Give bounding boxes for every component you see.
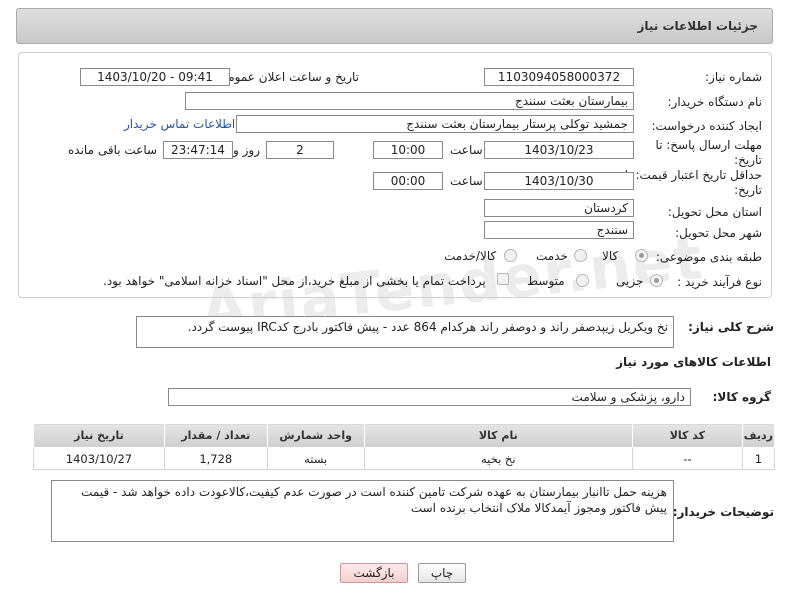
category-radio-goods[interactable]: [635, 249, 648, 262]
buyer-notes-label: توضیحات خریدار:: [672, 505, 774, 519]
process-label: نوع فرآیند خرید :: [677, 275, 762, 289]
creator-field: جمشید توکلی پرستار بیمارستان بعثت سنندج: [236, 115, 634, 133]
page-title: جزئیات اطلاعات نیاز: [637, 19, 758, 33]
validity-date-field: 1403/10/30: [484, 172, 634, 190]
col-unit-header: واحد شمارش: [266, 423, 365, 448]
process-option-minor: جزیی: [616, 274, 644, 288]
process-radio-medium[interactable]: [576, 274, 589, 287]
treasury-payment-note: پرداخت تمام یا بخشی از مبلغ خرید،از محل …: [103, 274, 486, 288]
announce-label: تاریخ و ساعت اعلان عمومی:: [214, 70, 359, 84]
table-header-row: ردیف کد کالا نام کالا واحد شمارش تعداد /…: [33, 423, 776, 448]
need-number-label: شماره نیاز:: [705, 70, 762, 84]
description-field: نخ ویکریل زیپدصفر راند و دوصفر راند هرکد…: [136, 316, 674, 348]
goods-section-title: اطلاعات کالاهای مورد نیاز: [616, 355, 771, 369]
days-count-field: 2: [266, 141, 334, 159]
deadline-label: مهلت ارسال پاسخ: تا تاریخ:: [655, 138, 762, 167]
process-option-medium: متوسط: [527, 274, 565, 288]
col-row-header: ردیف: [741, 423, 776, 448]
col-name-header: نام کالا: [363, 423, 634, 448]
col-code-header: کد کالا: [632, 423, 743, 448]
goods-group-label: گروه کالا:: [712, 390, 771, 404]
buyer-org-label: نام دستگاه خریدار:: [667, 95, 763, 109]
back-button[interactable]: بازگشت: [340, 563, 408, 583]
table-row: 1 -- نخ بخیه بسته 1,728 1403/10/27: [33, 447, 776, 470]
need-number-field: 1103094058000372: [484, 68, 634, 86]
buyer-notes-field: هزینه حمل تاانبار بیمارستان به عهده شرکت…: [51, 480, 674, 542]
cell-code: --: [632, 447, 743, 470]
category-radio-service[interactable]: [574, 249, 587, 262]
deadline-date-field: 1403/10/23: [484, 141, 634, 159]
cell-qty: 1,728: [163, 447, 268, 470]
buyer-org-field: بیمارستان بعثت سنندج: [185, 92, 634, 110]
category-label: طبقه بندی موضوعی:: [655, 250, 762, 264]
category-option-both: کالا/خدمت: [444, 249, 497, 263]
description-label: شرح کلی نیاز:: [688, 320, 774, 334]
print-button[interactable]: چاپ: [418, 563, 466, 583]
col-date-header: تاریخ نیاز: [33, 423, 165, 448]
province-field: کردستان: [484, 199, 634, 217]
treasury-payment-checkbox[interactable]: [497, 273, 509, 285]
remaining-time-field: 23:47:14: [163, 141, 233, 159]
cell-unit: بسته: [266, 447, 365, 470]
page-header: جزئیات اطلاعات نیاز: [16, 8, 773, 44]
validity-time-field: 00:00: [373, 172, 443, 190]
col-qty-header: تعداد / مقدار: [163, 423, 268, 448]
goods-table: ردیف کد کالا نام کالا واحد شمارش تعداد /…: [33, 423, 776, 470]
city-label: شهر محل تحویل:: [675, 226, 762, 240]
creator-label: ایجاد کننده درخواست:: [651, 119, 762, 133]
cell-name: نخ بخیه: [363, 447, 634, 470]
deadline-time-label: ساعت: [450, 143, 483, 157]
days-label: روز و: [233, 143, 260, 157]
province-label: استان محل تحویل:: [667, 205, 762, 219]
validity-time-label: ساعت: [450, 174, 483, 188]
cell-row: 1: [741, 447, 776, 470]
city-field: سنندج: [484, 221, 634, 239]
contact-info-link[interactable]: اطلاعات تماس خریدار: [124, 117, 235, 131]
category-radio-both[interactable]: [504, 249, 517, 262]
category-option-service: خدمت: [536, 249, 568, 263]
deadline-time-field: 10:00: [373, 141, 443, 159]
cell-date: 1403/10/27: [33, 447, 165, 470]
remaining-label: ساعت باقی مانده: [68, 143, 158, 157]
announce-field: 1403/10/20 - 09:41: [80, 68, 230, 86]
category-option-goods: کالا: [602, 249, 619, 263]
goods-group-field: دارو، پزشکی و سلامت: [168, 388, 691, 406]
process-radio-minor[interactable]: [650, 274, 663, 287]
